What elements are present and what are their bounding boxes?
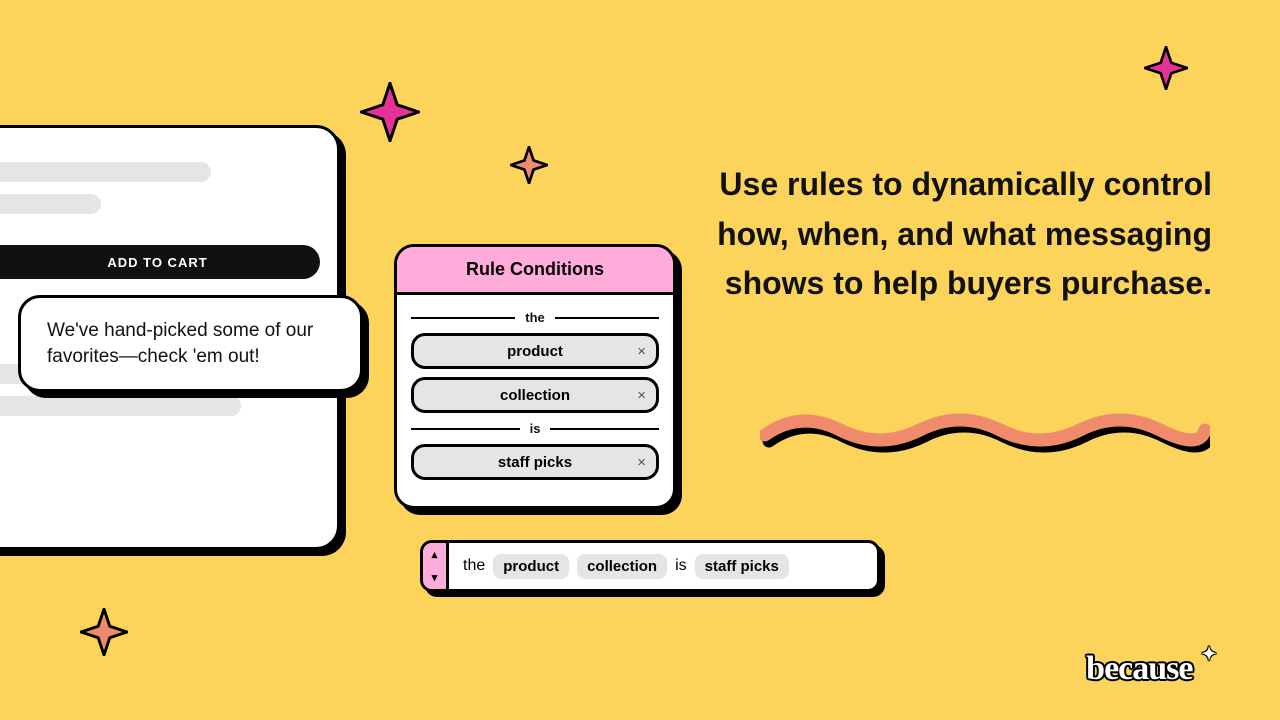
chip-label: collection — [500, 387, 570, 404]
skeleton-line — [0, 396, 241, 416]
summary-tag-staff-picks: staff picks — [695, 554, 789, 579]
rule-conditions-header: Rule Conditions — [397, 247, 673, 295]
rule-summary-bar: ▴ ▾ the product collection is staff pick… — [420, 540, 880, 592]
sparkle-icon — [360, 82, 420, 142]
chip-label: staff picks — [498, 454, 572, 471]
connector-is: is — [411, 421, 659, 436]
summary-word-is: is — [675, 557, 687, 575]
chip-label: product — [507, 343, 563, 360]
sparkle-icon — [80, 608, 128, 656]
headline-text: Use rules to dynamically control how, wh… — [712, 160, 1212, 309]
remove-chip-icon[interactable]: × — [637, 454, 646, 471]
rule-stepper[interactable]: ▴ ▾ — [423, 543, 449, 589]
add-to-cart-button[interactable]: ADD TO CART — [0, 245, 320, 279]
wave-underline-icon — [760, 405, 1210, 455]
summary-tag-collection: collection — [577, 554, 667, 579]
brand-logo: because✦ — [1086, 648, 1220, 688]
sparkle-icon — [1144, 46, 1188, 90]
remove-chip-icon[interactable]: × — [637, 387, 646, 404]
summary-word-the: the — [463, 557, 485, 575]
brand-name: because — [1086, 650, 1192, 687]
chevron-down-icon[interactable]: ▾ — [432, 571, 438, 584]
skeleton-line — [0, 162, 211, 182]
chevron-up-icon[interactable]: ▴ — [432, 548, 438, 561]
rule-conditions-panel: Rule Conditions the product × collection… — [394, 244, 676, 509]
callout-text: We've hand-picked some of our favorites—… — [47, 320, 313, 367]
rule-conditions-title: Rule Conditions — [466, 259, 604, 279]
skeleton-line — [0, 194, 101, 214]
summary-tag-product: product — [493, 554, 569, 579]
remove-chip-icon[interactable]: × — [637, 343, 646, 360]
sparkle-icon — [510, 146, 548, 184]
connector-the: the — [411, 310, 659, 325]
condition-chip-collection[interactable]: collection × — [411, 377, 659, 413]
condition-chip-product[interactable]: product × — [411, 333, 659, 369]
condition-chip-staff-picks[interactable]: staff picks × — [411, 444, 659, 480]
rule-summary-text: the product collection is staff picks — [449, 543, 877, 589]
message-callout: We've hand-picked some of our favorites—… — [18, 295, 363, 392]
sparkle-icon: ✦ — [1201, 643, 1216, 665]
add-to-cart-label: ADD TO CART — [107, 255, 207, 270]
rule-conditions-body: the product × collection × is staff pick… — [397, 295, 673, 506]
